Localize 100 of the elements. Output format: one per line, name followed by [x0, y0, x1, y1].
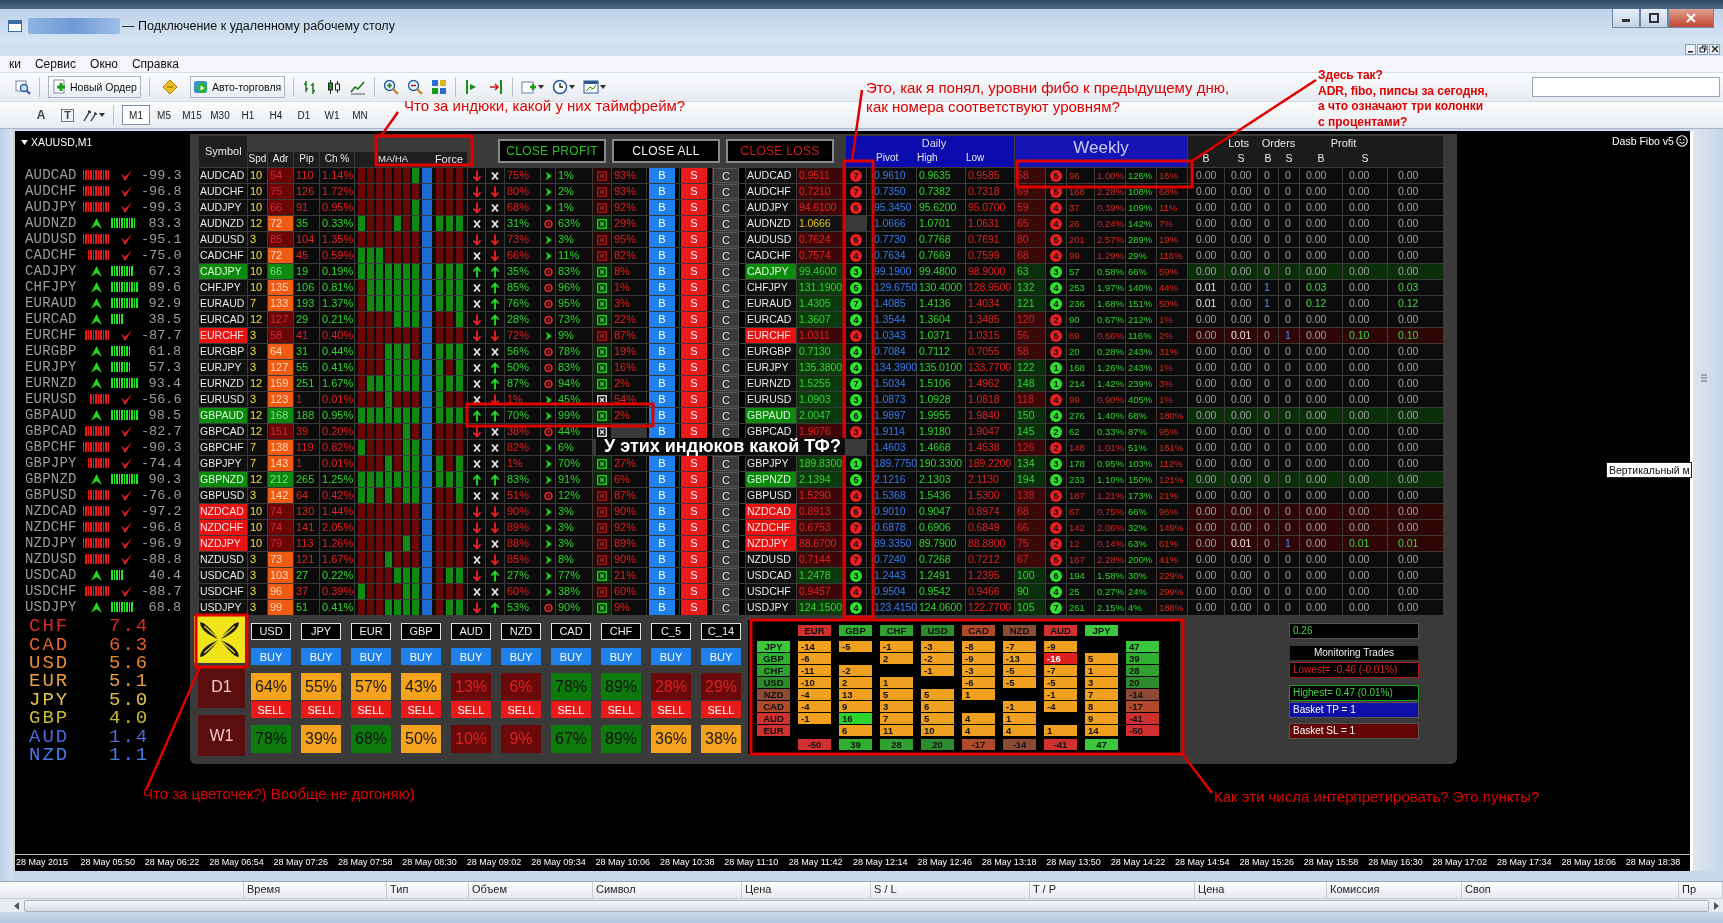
- menu-item[interactable]: ки: [9, 57, 21, 71]
- clock-icon[interactable]: [552, 79, 569, 95]
- sell-button[interactable]: S: [681, 520, 707, 535]
- maximize-button[interactable]: [1640, 9, 1668, 28]
- diamond-icon[interactable]: [161, 79, 178, 95]
- close-button[interactable]: C: [713, 504, 739, 519]
- arrow-right-icon[interactable]: [1713, 901, 1719, 910]
- restore-button[interactable]: [1697, 43, 1708, 55]
- close-button[interactable]: C: [713, 328, 739, 343]
- buy-button[interactable]: B: [649, 600, 675, 615]
- close-button[interactable]: C: [713, 472, 739, 487]
- close-button[interactable]: C: [713, 520, 739, 535]
- sell-button[interactable]: S: [681, 264, 707, 279]
- close-button[interactable]: C: [713, 552, 739, 567]
- close-button[interactable]: C: [713, 600, 739, 615]
- close-button[interactable]: C: [713, 200, 739, 215]
- buy-button[interactable]: B: [649, 520, 675, 535]
- buy-button[interactable]: B: [649, 280, 675, 295]
- timeframe-button[interactable]: H4: [262, 105, 290, 125]
- sell-button[interactable]: S: [681, 312, 707, 327]
- buy-button[interactable]: B: [649, 328, 675, 343]
- buy-button[interactable]: B: [649, 584, 675, 599]
- buy-button[interactable]: BUY: [701, 648, 741, 665]
- buy-button[interactable]: B: [649, 232, 675, 247]
- buy-button[interactable]: B: [649, 472, 675, 487]
- arrows-icon[interactable]: [82, 107, 98, 123]
- grid-icon[interactable]: [431, 79, 448, 95]
- zoom-in-icon[interactable]: [383, 79, 400, 95]
- close-button[interactable]: C: [713, 584, 739, 599]
- menu-item[interactable]: Окно: [90, 57, 118, 71]
- sell-button[interactable]: SELL: [701, 701, 741, 718]
- sell-button[interactable]: S: [681, 584, 707, 599]
- sell-button[interactable]: S: [681, 536, 707, 551]
- buy-button[interactable]: BUY: [551, 648, 591, 665]
- sell-button[interactable]: S: [681, 456, 707, 471]
- caret-icon[interactable]: [99, 113, 105, 117]
- sell-button[interactable]: S: [681, 408, 707, 423]
- sell-button[interactable]: S: [681, 568, 707, 583]
- sell-button[interactable]: S: [681, 360, 707, 375]
- close-button[interactable]: C: [713, 376, 739, 391]
- close-button[interactable]: C: [713, 296, 739, 311]
- text-tool-button[interactable]: A: [33, 106, 49, 124]
- zoom-out-icon[interactable]: [407, 79, 424, 95]
- sell-button[interactable]: SELL: [301, 701, 341, 718]
- sell-button[interactable]: S: [681, 296, 707, 311]
- close-button[interactable]: C: [713, 232, 739, 247]
- close-button[interactable]: C: [713, 360, 739, 375]
- sell-button[interactable]: SELL: [351, 701, 391, 718]
- sell-button[interactable]: SELL: [651, 701, 691, 718]
- arrow-left-icon[interactable]: [14, 901, 20, 910]
- close-button[interactable]: C: [713, 264, 739, 279]
- close-orders-button[interactable]: CLOSE ALL: [612, 139, 720, 163]
- buy-button[interactable]: B: [649, 392, 675, 407]
- timeframe-button[interactable]: M1: [122, 105, 150, 125]
- window-icon[interactable]: [583, 79, 600, 95]
- buy-button[interactable]: B: [649, 568, 675, 583]
- buy-button[interactable]: B: [649, 456, 675, 471]
- close-button[interactable]: C: [713, 536, 739, 551]
- caret-icon[interactable]: [538, 85, 545, 89]
- menu-item[interactable]: Сервис: [34, 57, 77, 71]
- grip-icon[interactable]: [1701, 374, 1707, 382]
- arrow-line-icon[interactable]: [488, 79, 505, 95]
- buy-button[interactable]: B: [649, 264, 675, 279]
- sell-button[interactable]: S: [681, 328, 707, 343]
- buy-button[interactable]: B: [649, 376, 675, 391]
- sell-button[interactable]: S: [681, 344, 707, 359]
- sell-button[interactable]: S: [681, 472, 707, 487]
- caret-icon[interactable]: [600, 85, 607, 89]
- buy-button[interactable]: BUY: [301, 648, 341, 665]
- close-orders-button[interactable]: CLOSE LOSS: [726, 139, 834, 163]
- buy-button[interactable]: B: [649, 184, 675, 199]
- buy-button[interactable]: B: [649, 200, 675, 215]
- timeframe-button[interactable]: W1: [318, 105, 346, 125]
- flower-icon[interactable]: [194, 616, 245, 663]
- buy-button[interactable]: B: [649, 536, 675, 551]
- sell-button[interactable]: S: [681, 552, 707, 567]
- timeframe-button[interactable]: M5: [150, 105, 178, 125]
- close-button[interactable]: C: [713, 488, 739, 503]
- close-button[interactable]: C: [713, 456, 739, 471]
- sell-button[interactable]: S: [681, 216, 707, 231]
- buy-button[interactable]: B: [649, 488, 675, 503]
- timeframe-button[interactable]: MN: [346, 105, 374, 125]
- text-tool-button[interactable]: T: [61, 108, 74, 122]
- buy-button[interactable]: BUY: [451, 648, 491, 665]
- close-button[interactable]: C: [713, 280, 739, 295]
- close-button[interactable]: [1709, 43, 1720, 55]
- sell-button[interactable]: S: [681, 184, 707, 199]
- sell-button[interactable]: S: [681, 280, 707, 295]
- candlestick-icon[interactable]: [326, 79, 343, 95]
- close-button[interactable]: C: [713, 568, 739, 583]
- buy-button[interactable]: B: [649, 360, 675, 375]
- close-button[interactable]: C: [713, 168, 739, 183]
- sell-button[interactable]: S: [681, 168, 707, 183]
- sell-button[interactable]: S: [681, 232, 707, 247]
- sell-button[interactable]: SELL: [601, 701, 641, 718]
- buy-button[interactable]: B: [649, 408, 675, 423]
- close-button[interactable]: C: [713, 312, 739, 327]
- timeframe-button[interactable]: M30: [206, 105, 234, 125]
- close-button[interactable]: C: [713, 184, 739, 199]
- sell-button[interactable]: SELL: [501, 701, 541, 718]
